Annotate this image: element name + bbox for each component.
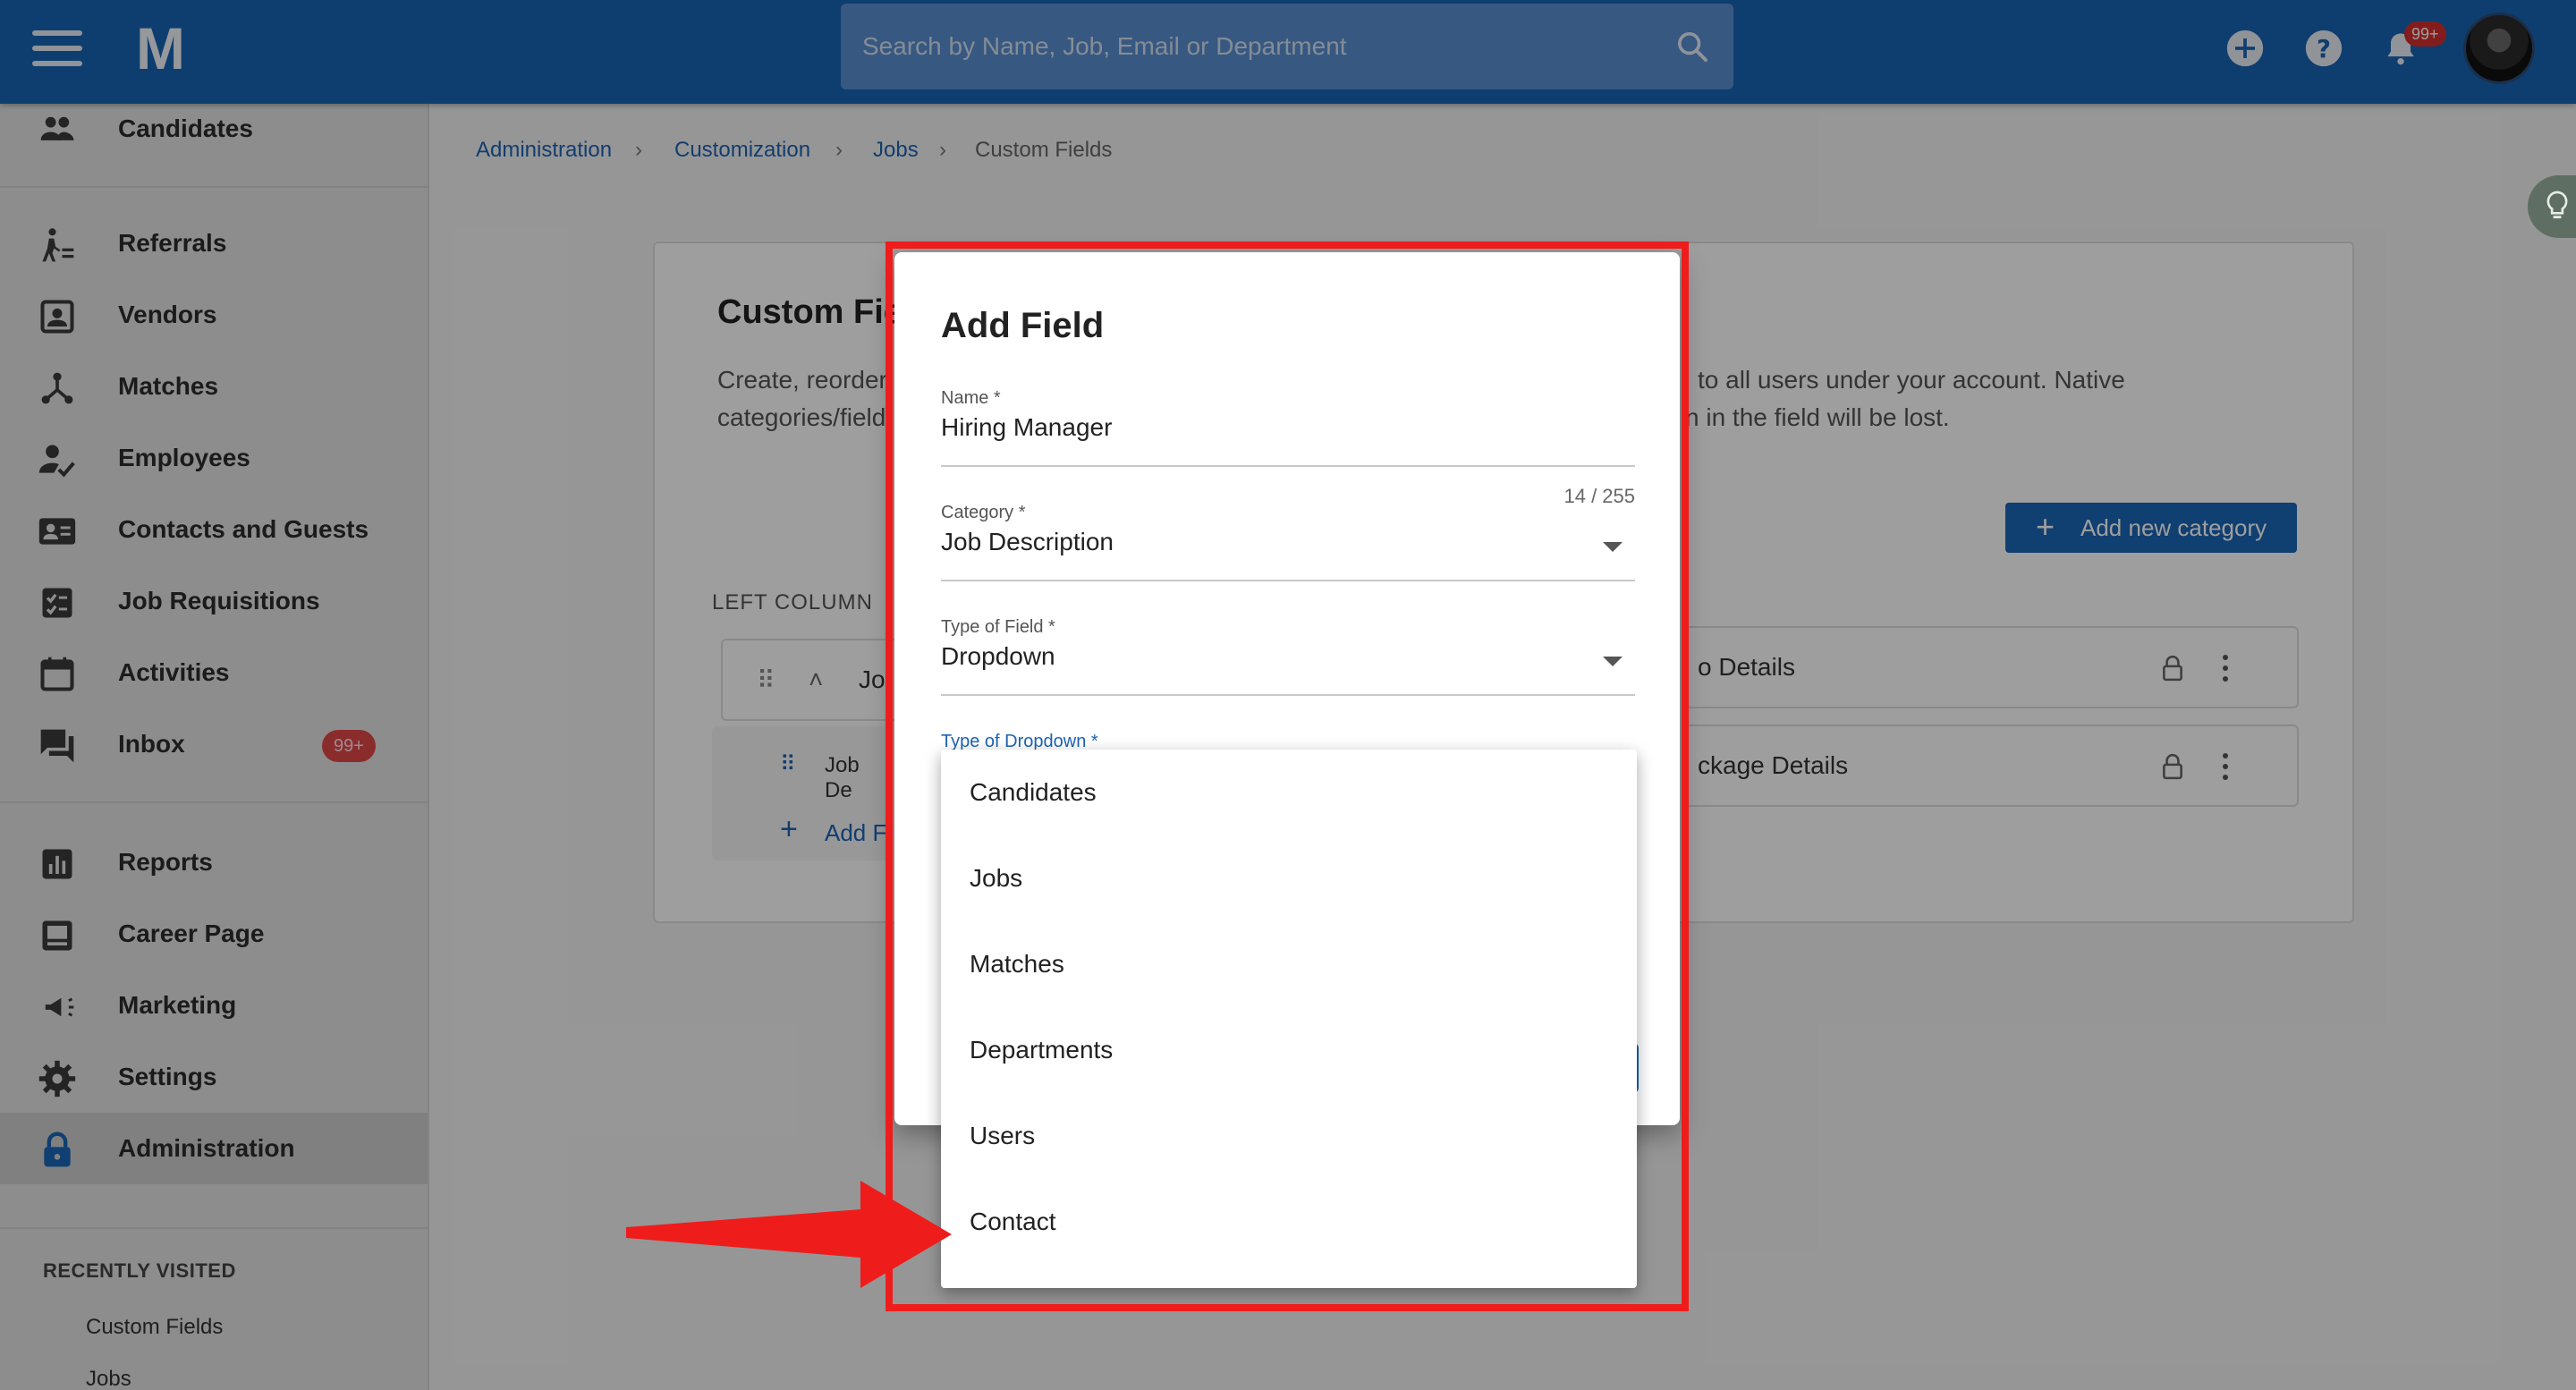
- dropdown-arrow-icon[interactable]: [1603, 542, 1623, 552]
- dropdown-arrow-icon[interactable]: [1603, 657, 1623, 666]
- field-underline: [941, 694, 1635, 696]
- category-field-value: Job Description: [941, 528, 1114, 555]
- name-field-label: Name *: [941, 388, 1001, 408]
- type-of-field-label: Type of Field *: [941, 617, 1055, 637]
- type-of-field-value: Dropdown: [941, 642, 1055, 670]
- dialog-title: Add Field: [941, 306, 1105, 345]
- option-matches[interactable]: Matches: [941, 921, 1637, 1007]
- field-underline: [941, 465, 1635, 467]
- option-contact[interactable]: Contact: [941, 1179, 1637, 1265]
- option-label: Jobs: [970, 864, 1023, 892]
- option-label: Departments: [970, 1036, 1114, 1064]
- option-label: Candidates: [970, 778, 1097, 806]
- option-label: Matches: [970, 950, 1064, 978]
- option-label: Users: [970, 1122, 1036, 1149]
- lightbulb-icon: [2546, 191, 2568, 219]
- category-field-label: Category *: [941, 503, 1026, 522]
- name-field-value[interactable]: Hiring Manager: [941, 413, 1112, 442]
- field-underline: [941, 580, 1635, 581]
- option-label: Contact: [970, 1208, 1056, 1235]
- option-users[interactable]: Users: [941, 1093, 1637, 1179]
- annotation-arrow-icon: [626, 1181, 952, 1288]
- option-candidates[interactable]: Candidates: [941, 750, 1637, 835]
- option-departments[interactable]: Departments: [941, 1007, 1637, 1093]
- option-jobs[interactable]: Jobs: [941, 835, 1637, 921]
- character-counter: 14 / 255: [1563, 485, 1635, 507]
- type-of-dropdown-menu: Candidates Jobs Matches Departments User…: [941, 750, 1637, 1288]
